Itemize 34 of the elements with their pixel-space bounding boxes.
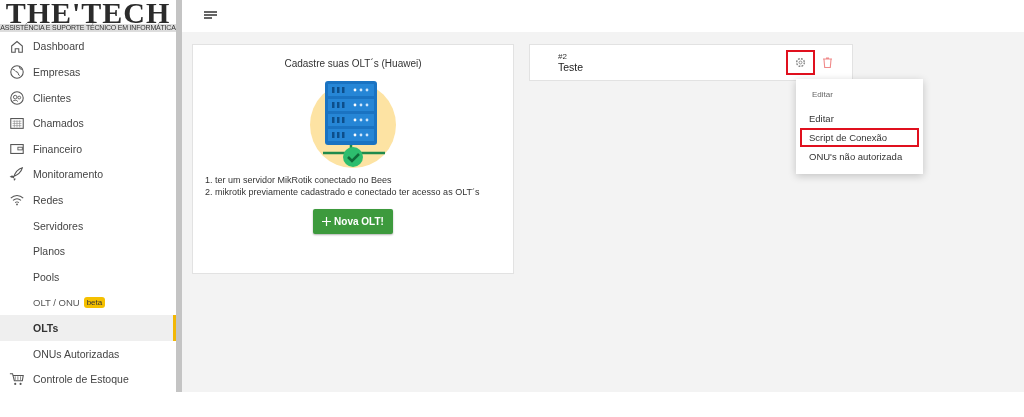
instruction-step: 2. mikrotik previamente cadastrado e conectado ter acesso as OLT´s: [205, 187, 501, 197]
menu-item[interactable]: Script de Conexão: [800, 128, 919, 147]
menu-header: Editar: [811, 89, 834, 101]
sidebar-item[interactable]: OLTs: [0, 315, 176, 341]
logo-wordmark: THE'TECH: [5, 1, 171, 24]
plus-icon: [322, 217, 332, 226]
sidebar-item[interactable]: Financeiro: [0, 136, 176, 162]
sidebar-item[interactable]: Empresas: [0, 59, 176, 85]
calendar-icon: [9, 115, 25, 132]
sidebar-section-label[interactable]: OLT / ONU: [33, 296, 80, 308]
sidebar-item[interactable]: Dashboard: [0, 33, 176, 60]
sidebar-item[interactable]: Chamados: [0, 110, 176, 137]
olt-name: Teste: [558, 61, 585, 73]
home-icon: [9, 38, 25, 55]
menu-item[interactable]: ONU's não autorizada: [800, 147, 919, 166]
sidebar-item[interactable]: Servidores: [0, 212, 176, 239]
menu-item[interactable]: Editar: [800, 109, 919, 128]
olt-number: #2: [558, 52, 568, 61]
sidebar-item[interactable]: Pools: [0, 264, 176, 290]
beta-badge: beta: [83, 296, 106, 308]
cart-icon: [9, 371, 25, 388]
sidebar-item[interactable]: Redes: [0, 187, 176, 213]
sidebar-item[interactable]: Planos: [0, 238, 176, 265]
instruction-step: 1. ter um servidor MikRotik conectado no Bees: [205, 175, 501, 185]
sidebar-item[interactable]: Monitoramento: [0, 161, 176, 188]
menu-icon[interactable]: [204, 11, 217, 21]
sidebar-item[interactable]: Controle de Estoque: [0, 366, 176, 392]
people-icon: [9, 89, 25, 106]
sidebar-item[interactable]: Clientes: [0, 84, 176, 111]
settings-icon: [795, 57, 806, 68]
card-title: Cadastre suas OLT´s (Huawei): [284, 58, 422, 69]
new-olt-button[interactable]: Nova OLT!: [313, 209, 393, 234]
settings-button[interactable]: [786, 50, 815, 75]
sidebar-item[interactable]: ONUs Autorizadas: [0, 340, 176, 367]
